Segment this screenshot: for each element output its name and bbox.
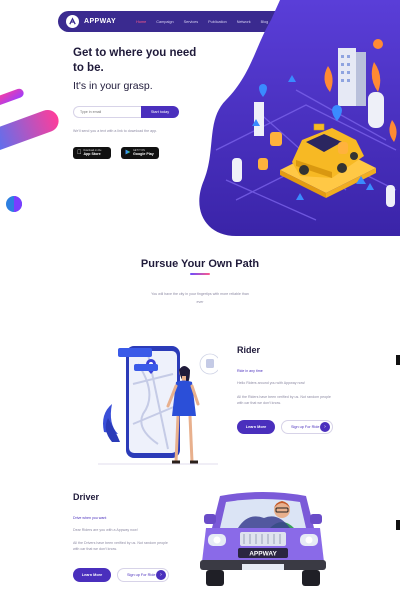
decorative-shapes: [0, 88, 59, 212]
rider-text-1: Hello Riders around you with Appway now!: [237, 381, 306, 385]
email-input[interactable]: [73, 106, 141, 118]
scroll-marker: [396, 355, 400, 365]
section-title: Pursue Your Own Path: [140, 258, 260, 270]
rider-illustration: [98, 346, 218, 465]
google-play-button[interactable]: GET IT ON Google Play: [121, 147, 159, 159]
google-play-icon: [125, 149, 131, 157]
scroll-marker: [396, 520, 400, 530]
start-today-button[interactable]: Start today: [141, 106, 179, 118]
driver-text-1: Dear Riders are you with a Appway now!: [73, 528, 138, 532]
rider-signup-label: Sign up For Ride: [291, 425, 320, 429]
rider-title: Rider: [237, 345, 261, 355]
hero-city-illustration: [199, 0, 400, 236]
driver-signup-label: Sign up For Ride: [127, 573, 156, 577]
nav-campaign[interactable]: Campaign: [156, 20, 173, 24]
brand-name: APPWAY: [84, 18, 117, 25]
store-name: Google Play: [133, 152, 154, 156]
driver-car-illustration: APPWAY: [200, 492, 326, 586]
hero-title: Get to where you need to be.: [73, 47, 197, 74]
license-plate: APPWAY: [249, 551, 277, 558]
store-name: App Store: [79, 152, 101, 156]
logo-icon: [66, 15, 79, 28]
nav-home[interactable]: Home: [136, 20, 146, 24]
section-description: You will have the city in your fingertip…: [151, 292, 249, 304]
driver-signup-button[interactable]: Sign up For Ride ›: [117, 568, 169, 582]
rider-text-2: All the Riders have been verified by us.…: [237, 395, 331, 405]
app-store-button[interactable]:  Download on the App Store: [73, 147, 111, 159]
email-signup-form: Start today: [73, 106, 179, 118]
arrow-right-icon: ›: [320, 422, 330, 432]
app-store-badges:  Download on the App Store GET IT ON Go…: [73, 147, 159, 159]
driver-text-2: All the Drivers have been verified by us…: [73, 541, 168, 551]
hero-subtitle: It's in your grasp.: [73, 80, 153, 92]
apple-icon: : [77, 150, 82, 156]
driver-tagline: Drive when you want: [73, 516, 107, 520]
download-note: We'll send you a text with a link to dow…: [73, 129, 158, 133]
rider-signup-button[interactable]: Sign up For Ride ›: [281, 420, 333, 434]
brand-logo[interactable]: APPWAY: [66, 15, 116, 28]
section-divider: [190, 273, 210, 275]
rider-learn-more-button[interactable]: Learn More: [237, 420, 275, 434]
arrow-right-icon: ›: [156, 570, 166, 580]
driver-title: Driver: [73, 492, 100, 502]
rider-tagline: Ride in any time: [237, 369, 263, 373]
driver-learn-more-button[interactable]: Learn More: [73, 568, 111, 582]
